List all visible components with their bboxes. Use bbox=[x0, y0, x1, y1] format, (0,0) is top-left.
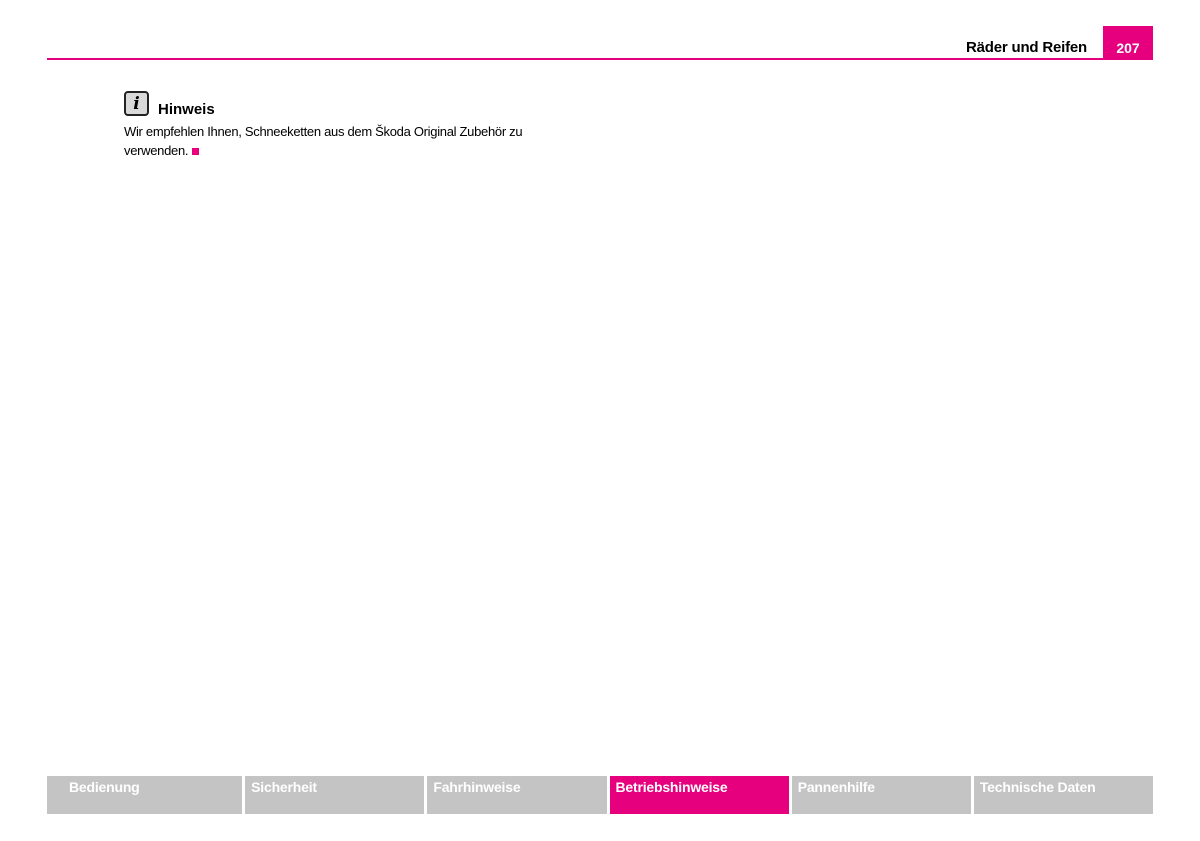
tab-betriebshinweise[interactable]: Betriebshinweise bbox=[609, 776, 789, 814]
chapter-navigation: Bedienung Sicherheit Fahrhinweise Betrie… bbox=[47, 776, 1154, 814]
tab-sicherheit[interactable]: Sicherheit bbox=[245, 776, 425, 814]
note-text: Wir empfehlen Ihnen, Schneeketten aus de… bbox=[124, 122, 564, 160]
tab-fahrhinweise[interactable]: Fahrhinweise bbox=[427, 776, 607, 814]
tab-pannenhilfe[interactable]: Pannenhilfe bbox=[791, 776, 971, 814]
note-block: i Hinweis Wir empfehlen Ihnen, Schneeket… bbox=[124, 91, 564, 160]
info-icon: i bbox=[124, 91, 149, 116]
header-rule bbox=[47, 58, 1153, 60]
end-marker-icon bbox=[192, 148, 200, 155]
note-title: Hinweis bbox=[158, 101, 215, 118]
tab-bedienung[interactable]: Bedienung bbox=[47, 776, 243, 814]
note-text-content: Wir empfehlen Ihnen, Schneeketten aus de… bbox=[124, 124, 523, 158]
page-number: 207 bbox=[1116, 40, 1140, 56]
tab-technische-daten[interactable]: Technische Daten bbox=[973, 776, 1154, 814]
page-number-badge: 207 bbox=[1103, 26, 1153, 59]
section-title: Räder und Reifen bbox=[966, 39, 1087, 56]
note-header: i Hinweis bbox=[124, 91, 564, 118]
